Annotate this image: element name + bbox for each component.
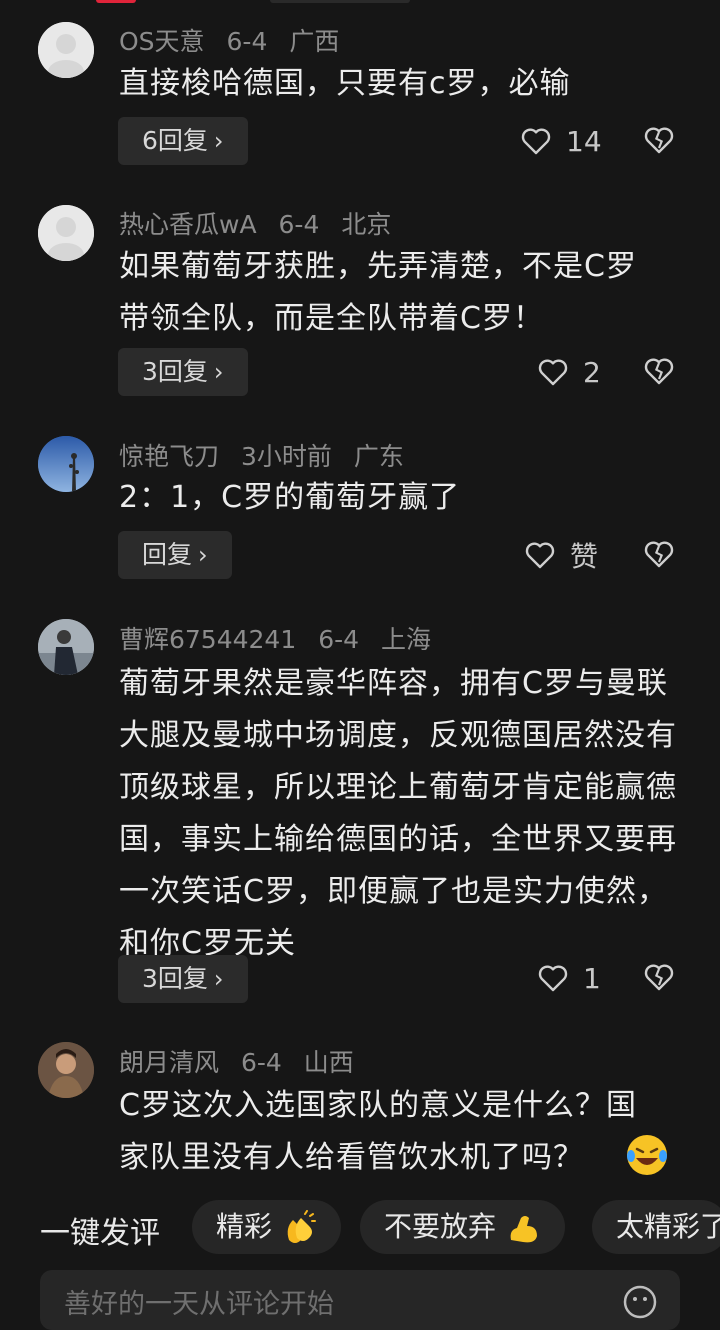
chevron-right-icon: › [213,965,224,993]
username[interactable]: OS天意 [119,27,205,56]
chip-label: 不要放弃 [384,1210,497,1243]
reply-button[interactable]: 3回复 › [118,955,248,1003]
reply-count: 回复 [142,540,193,569]
comment-meta: OS天意 6-4 广西 [119,22,353,58]
chevron-right-icon: › [213,127,224,155]
top-bar [270,0,410,3]
heart-outline-icon [525,542,555,569]
dislike-button[interactable] [643,962,675,996]
comment-meta: 惊艳飞刀 3小时前 广东 [119,437,418,473]
chip-label: 精彩 [216,1210,273,1243]
reply-button[interactable]: 3回复 › [118,348,248,396]
broken-heart-icon [644,358,674,385]
username[interactable]: 曹辉67544241 [119,625,296,654]
broken-heart-icon [644,127,674,154]
reply-button[interactable]: 回复 › [118,531,232,579]
top-edge [0,0,720,4]
chevron-right-icon: › [198,541,208,569]
reply-count: 3回复 [142,964,208,993]
person-photo-avatar-icon [38,1042,94,1098]
comment-location: 山西 [303,1048,354,1077]
comment-text: 直接梭哈德国，只要有c罗，必输 [119,66,571,101]
quick-reply-label: 一键发评 [40,1216,160,1251]
heart-outline-icon [538,359,568,386]
comment-text: 如果葡萄牙获胜，先弄清楚，不是C罗带领全队，而是全队带着C罗！ [119,249,637,336]
comment-text: 2：1，C罗的葡萄牙赢了 [119,480,461,515]
dislike-button[interactable] [643,356,675,390]
avatar[interactable] [38,1042,94,1098]
dislike-button[interactable] [643,125,675,159]
avatar[interactable] [38,436,94,492]
comment-date: 6-4 [278,210,320,239]
comment-date: 6-4 [226,27,268,56]
clapping-hands-icon [287,1210,316,1243]
like-button[interactable]: 14 [520,121,602,161]
reply-count: 3回复 [142,357,208,386]
like-count: 赞 [570,540,599,573]
comment-meta: 朗月清风 6-4 山西 [119,1043,368,1079]
default-avatar-icon [38,22,94,78]
reply-count: 6回复 [142,126,208,155]
comment-location: 上海 [381,625,432,654]
quick-reply-chip[interactable]: 太精彩了 [592,1200,720,1254]
broken-heart-icon [644,541,674,568]
heart-outline-icon [538,965,568,992]
reply-button[interactable]: 6回复 › [118,117,248,165]
like-button[interactable]: 赞 [524,535,598,575]
top-accent [96,0,136,3]
comment-date: 6-4 [240,1048,282,1077]
avatar[interactable] [38,205,94,261]
comment-location: 北京 [341,210,392,239]
chevron-right-icon: › [213,358,224,386]
like-button[interactable]: 2 [537,352,601,392]
like-count: 14 [566,124,602,158]
avatar[interactable] [38,619,94,675]
laughing-crying-emoji-icon [627,1135,667,1175]
comment-text: C罗这次入选国家队的意义是什么？国家队里没有人给看管饮水机了吗？ [119,1088,637,1175]
flexed-biceps-icon [510,1216,537,1243]
like-count: 2 [583,355,601,389]
avatar[interactable] [38,22,94,78]
dislike-button[interactable] [643,539,675,573]
chip-label: 太精彩了 [616,1210,720,1243]
smile-icon[interactable] [622,1284,658,1320]
broken-heart-icon [644,964,674,991]
comment-input-placeholder: 善好的一天从评论开始 [64,1289,334,1320]
person-photo-avatar-icon [38,619,94,675]
username[interactable]: 惊艳飞刀 [119,442,219,471]
comment-location: 广东 [353,442,404,471]
comment-meta: 热心香瓜wA 6-4 北京 [119,205,405,241]
heart-outline-icon [521,128,551,155]
like-button[interactable]: 1 [537,958,601,998]
sky-photo-avatar-icon [38,436,94,492]
default-avatar-icon [38,205,94,261]
username[interactable]: 热心香瓜wA [119,210,257,239]
comment-text: 葡萄牙果然是豪华阵容，拥有C罗与曼联大腿及曼城中场调度，反观德国居然没有顶级球星… [119,666,677,961]
like-count: 1 [583,961,601,995]
comment-date: 6-4 [318,625,360,654]
comment-meta: 曹辉67544241 6-4 上海 [119,620,445,656]
quick-reply-bar: 一键发评 精彩 不要放弃 太精彩了 [0,1198,720,1258]
username[interactable]: 朗月清风 [119,1048,219,1077]
comment-date: 3小时前 [240,442,332,471]
quick-reply-chip[interactable]: 精彩 [192,1200,341,1254]
quick-reply-chip[interactable]: 不要放弃 [360,1200,565,1254]
comment-input[interactable]: 善好的一天从评论开始 [40,1270,680,1330]
comment-location: 广西 [289,27,340,56]
